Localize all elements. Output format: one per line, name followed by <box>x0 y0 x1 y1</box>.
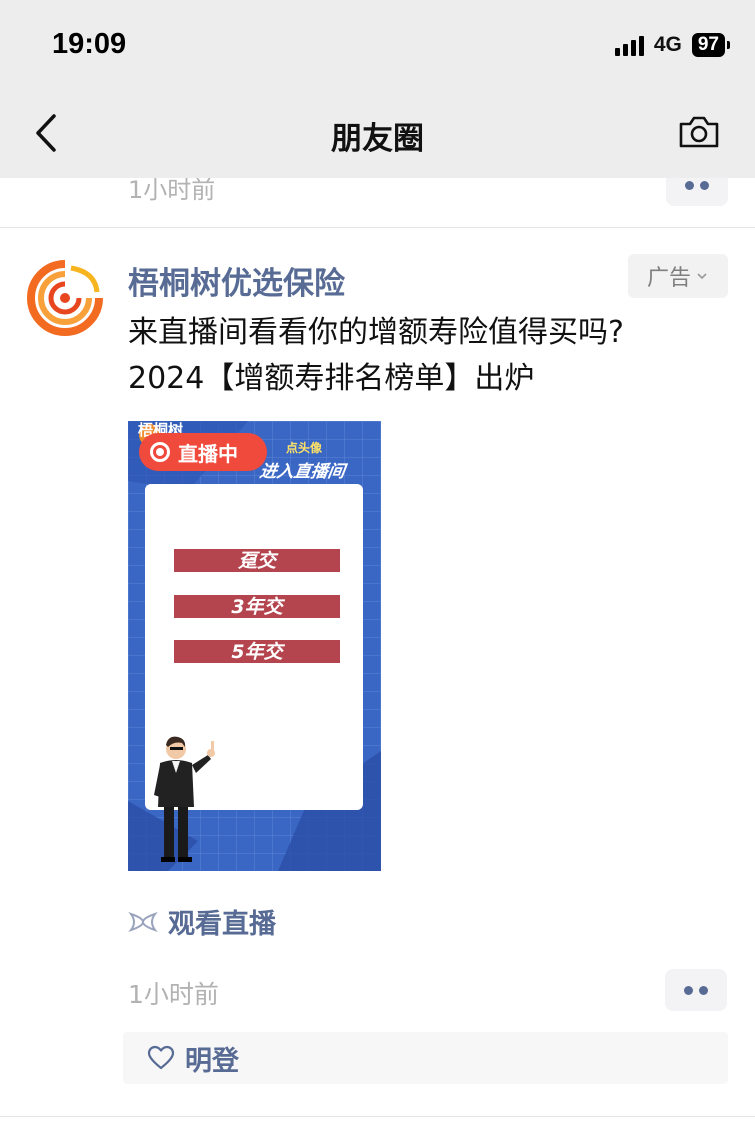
watch-live-label: 观看直播 <box>168 909 276 940</box>
post-more-button[interactable] <box>665 969 727 1011</box>
status-time: 19:09 <box>52 28 127 60</box>
payment-option-bar: 3年交 <box>174 595 340 618</box>
live-dot-icon <box>150 442 170 462</box>
watch-live-link[interactable]: 观看直播 <box>128 902 276 941</box>
payment-option-bar: 5年交 <box>174 640 340 663</box>
status-indicators: 4G 97 <box>614 33 731 57</box>
ad-label: 广告 <box>646 266 691 291</box>
payment-option-bar: 趸交 <box>174 549 340 572</box>
page-title: 朋友圈 <box>331 121 424 157</box>
post-divider <box>0 227 755 228</box>
post-text-line: 2024【增额寿排名榜单】出炉 <box>128 361 535 396</box>
live-wave-icon <box>128 911 158 932</box>
network-type: 4G <box>653 33 682 56</box>
dot-icon <box>685 180 694 190</box>
post-image[interactable]: 梧桐树 点头像 进入直播间 直播中 趸交 3年交 5年交 <box>128 421 381 871</box>
live-badge-label: 直播中 <box>178 441 238 466</box>
chevron-down-icon <box>697 273 707 280</box>
enter-live-text: 进入直播间 <box>258 462 347 482</box>
battery-level: 97 <box>691 33 731 57</box>
heart-icon <box>147 1045 175 1070</box>
dot-icon <box>699 985 708 995</box>
enter-live-hint: 点头像 <box>286 441 323 455</box>
post-divider <box>0 1116 755 1117</box>
dot-icon <box>700 180 709 190</box>
post-text-line: 来直播间看看你的增额寿险值得买吗? <box>128 315 624 350</box>
signal-icon <box>614 34 644 56</box>
like-user-name[interactable]: 明登 <box>185 1039 239 1078</box>
dot-icon <box>684 985 693 995</box>
post-time: 1小时前 <box>128 980 219 1009</box>
likes-box: 明登 <box>123 1032 728 1084</box>
avatar[interactable] <box>25 258 105 338</box>
presenter-figure <box>154 736 215 862</box>
post-text: 来直播间看看你的增额寿险值得买吗? 2024【增额寿排名榜单】出炉 <box>128 310 738 402</box>
camera-icon[interactable] <box>677 112 721 152</box>
ad-tag[interactable]: 广告 <box>628 254 728 298</box>
post-author[interactable]: 梧桐树优选保险 <box>128 258 345 303</box>
top-bar: 19:09 4G 97 朋友圈 <box>0 0 755 178</box>
live-badge: 直播中 <box>139 433 267 471</box>
